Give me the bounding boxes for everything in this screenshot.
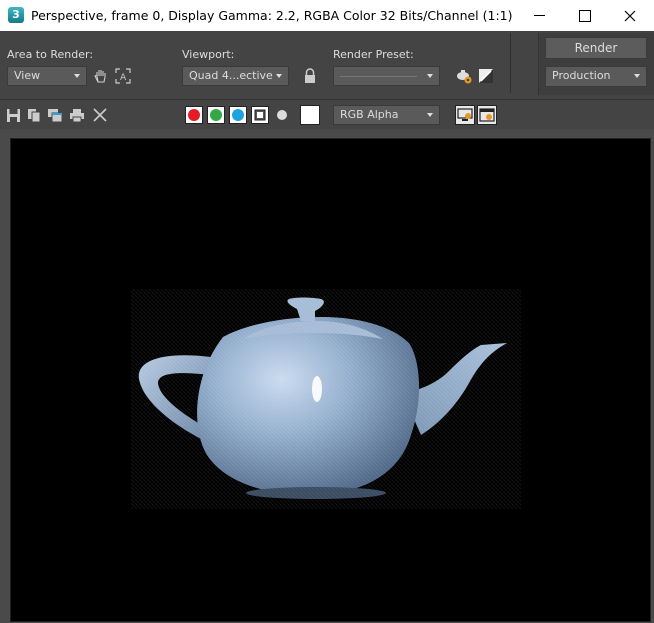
background-color-swatch[interactable] xyxy=(300,105,320,125)
red-channel-toggle[interactable] xyxy=(185,106,203,124)
chevron-down-icon xyxy=(276,74,282,78)
viewport-value: Quad 4...ective xyxy=(189,69,273,82)
clear-image-button[interactable] xyxy=(91,106,109,124)
green-channel-toggle[interactable] xyxy=(207,106,225,124)
toggle-ui-overlays-button[interactable] xyxy=(455,105,475,125)
render-preset-dropdown[interactable] xyxy=(333,66,440,86)
lock-icon xyxy=(305,68,315,83)
toggle-ui-button[interactable] xyxy=(477,105,497,125)
maximize-icon xyxy=(578,9,591,22)
viewport-dropdown[interactable]: Quad 4...ective xyxy=(182,66,289,86)
render-frame-window: 3 Perspective, frame 0, Display Gamma: 2… xyxy=(0,0,654,623)
render-mode-value: Production xyxy=(552,69,611,82)
app-logo-icon: 3 xyxy=(8,7,24,23)
monitor-icon xyxy=(457,108,473,121)
monochrome-dot-icon xyxy=(277,110,287,120)
window-ui-icon xyxy=(479,108,495,122)
chevron-down-icon xyxy=(74,74,80,78)
blue-channel-icon xyxy=(232,109,244,121)
copy-image-button[interactable] xyxy=(25,106,43,124)
clear-x-icon xyxy=(93,108,107,122)
monochrome-toggle[interactable] xyxy=(273,106,291,124)
panel-divider xyxy=(510,33,511,93)
frame-toolbar: RGB Alpha xyxy=(0,99,654,130)
copy-icon xyxy=(27,108,40,122)
title-bar: 3 Perspective, frame 0, Display Gamma: 2… xyxy=(0,0,654,32)
render-setup-button[interactable] xyxy=(455,67,473,85)
environment-effects-button[interactable] xyxy=(477,67,495,85)
save-icon xyxy=(6,108,20,122)
red-channel-icon xyxy=(188,109,200,121)
green-channel-icon xyxy=(210,109,222,121)
svg-text:A: A xyxy=(120,73,127,83)
channel-display-value: RGB Alpha xyxy=(340,108,399,121)
rendered-teapot-image xyxy=(131,289,521,509)
chevron-down-icon xyxy=(427,113,433,117)
chevron-down-icon xyxy=(427,74,433,78)
teapot-gear-icon xyxy=(457,70,472,84)
save-image-button[interactable] xyxy=(4,106,22,124)
auto-region-button[interactable]: A xyxy=(114,67,132,85)
chevron-down-icon xyxy=(634,74,640,78)
minimize-button[interactable] xyxy=(517,0,562,31)
minimize-icon xyxy=(534,15,545,16)
print-image-button[interactable] xyxy=(68,106,86,124)
alpha-channel-toggle[interactable] xyxy=(251,106,269,124)
clone-frame-button[interactable] xyxy=(46,106,64,124)
alpha-icon xyxy=(254,109,266,121)
render-button[interactable]: Render xyxy=(545,37,647,59)
print-icon xyxy=(70,108,84,122)
clone-window-icon xyxy=(48,108,63,122)
rendered-image-viewport[interactable] xyxy=(10,138,651,622)
area-to-render-label: Area to Render: xyxy=(7,48,94,61)
environment-effects-icon xyxy=(479,69,493,83)
edit-region-button[interactable] xyxy=(92,67,110,85)
render-preset-label: Render Preset: xyxy=(333,48,414,61)
hand-icon xyxy=(94,70,106,83)
blue-channel-toggle[interactable] xyxy=(229,106,247,124)
area-to-render-dropdown[interactable]: View xyxy=(7,66,87,86)
maximize-button[interactable] xyxy=(562,0,607,31)
channel-display-dropdown[interactable]: RGB Alpha xyxy=(333,105,440,125)
auto-region-icon: A xyxy=(115,68,131,84)
close-icon xyxy=(624,10,635,21)
viewport-label: Viewport: xyxy=(182,48,235,61)
area-to-render-value: View xyxy=(14,69,41,82)
close-button[interactable] xyxy=(607,0,652,31)
render-mode-dropdown[interactable]: Production xyxy=(545,66,647,87)
preset-empty-line xyxy=(340,76,417,77)
lock-viewport-button[interactable] xyxy=(301,67,319,85)
window-title: Perspective, frame 0, Display Gamma: 2.2… xyxy=(31,8,513,23)
